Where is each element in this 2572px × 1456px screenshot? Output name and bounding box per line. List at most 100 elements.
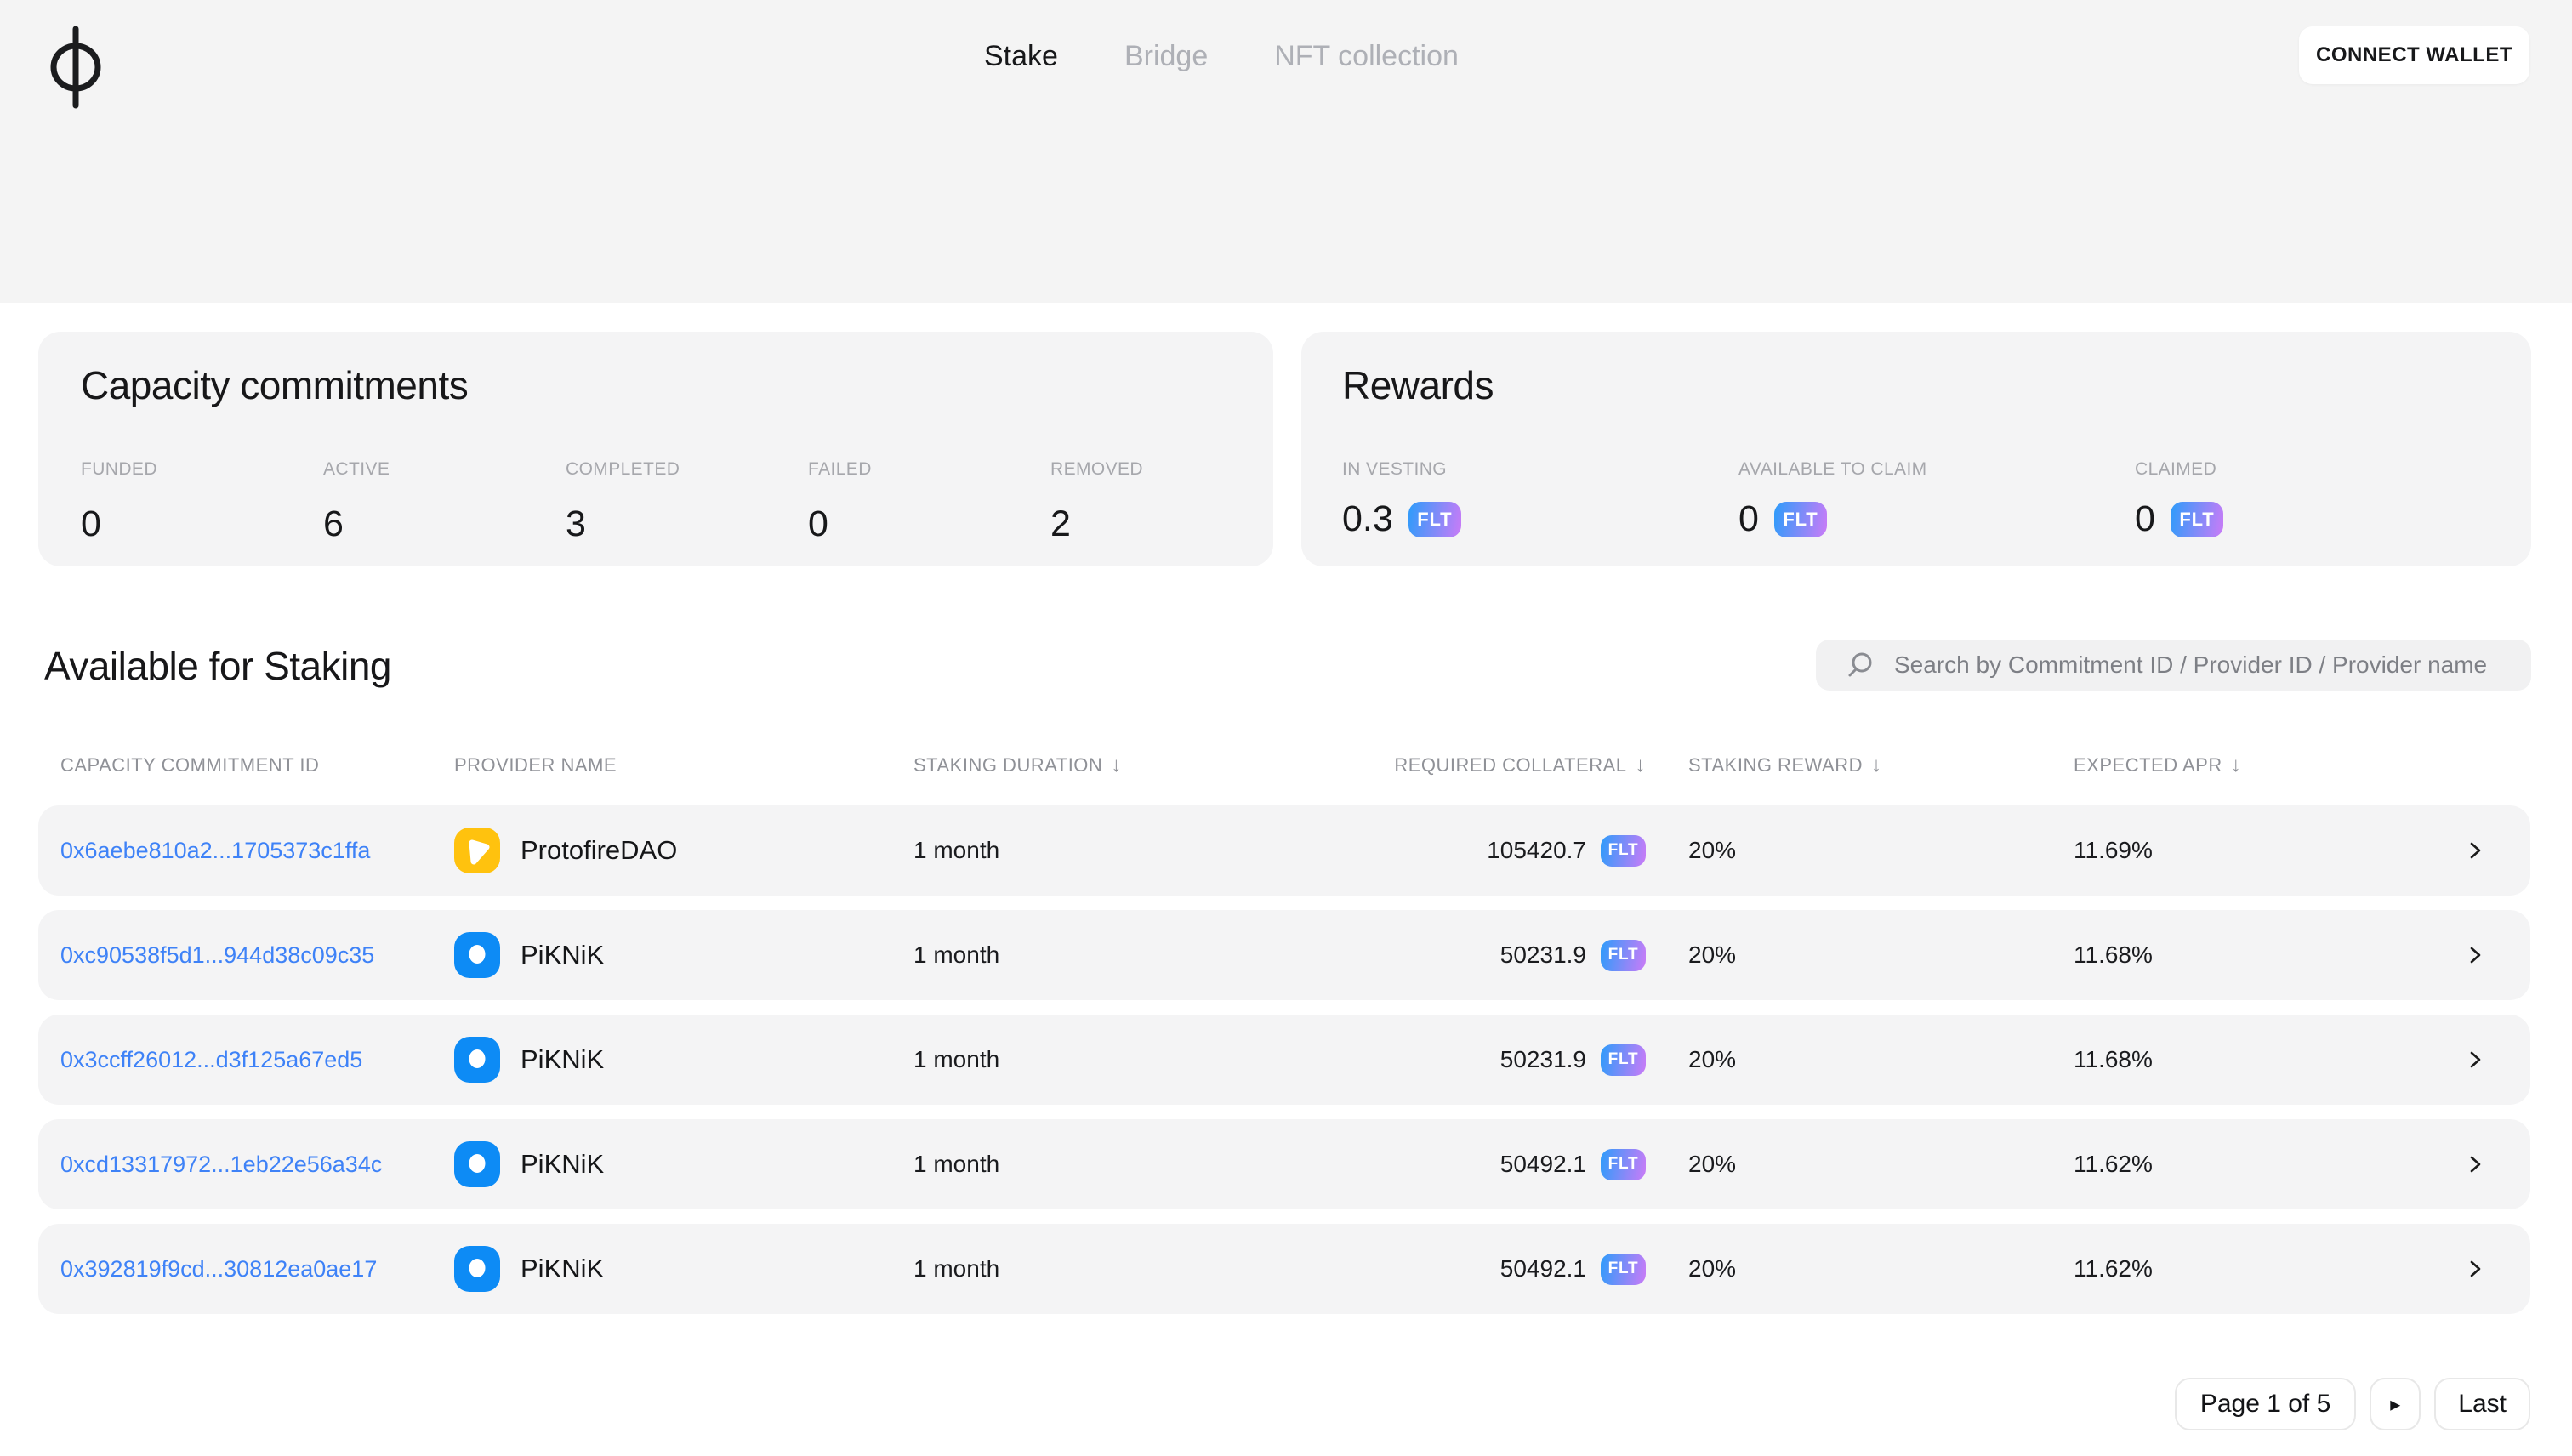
column-capacity-commitment-id: CAPACITY COMMITMENT ID [60, 754, 320, 776]
flt-token-badge: FLT [1601, 939, 1646, 971]
stat-removed: REMOVED 2 [1050, 459, 1143, 544]
chevron-right-icon[interactable] [2458, 1224, 2492, 1314]
staking-table-header: CAPACITY COMMITMENT ID PROVIDER NAME STA… [38, 747, 2530, 784]
staking-reward-value: 20% [1688, 941, 1737, 968]
stat-funded: FUNDED 0 [81, 459, 157, 544]
expected-apr-value: 11.69% [2074, 837, 2153, 863]
connect-wallet-button[interactable]: CONNECT WALLET [2299, 26, 2529, 84]
provider-name: PiKNiK [521, 940, 605, 970]
staking-reward-value: 20% [1688, 1151, 1737, 1177]
sort-down-icon[interactable]: ↓ [1111, 754, 1122, 777]
chevron-right-icon[interactable] [2458, 1119, 2492, 1209]
chevron-right-icon[interactable] [2458, 1015, 2492, 1105]
staking-reward-value: 20% [1688, 837, 1737, 863]
rewards-card: Rewards IN VESTING 0.3 FLT AVAILABLE TO … [1301, 332, 2531, 566]
staking-table-row[interactable]: 0x3ccff26012...d3f125a67ed5 PiKNiK 1 mon… [38, 1015, 2530, 1105]
stat-claimed: CLAIMED 0 FLT [2135, 459, 2531, 540]
commitment-id-link[interactable]: 0xcd13317972...1eb22e56a34c [60, 1152, 382, 1178]
commitment-id-link[interactable]: 0x6aebe810a2...1705373c1ffa [60, 838, 370, 864]
page-indicator-button[interactable]: Page 1 of 5 [2174, 1378, 2357, 1430]
flt-token-badge: FLT [1408, 501, 1461, 537]
stat-active: ACTIVE 6 [323, 459, 390, 544]
required-collateral-value: 50231.9 [1499, 941, 1586, 968]
required-collateral-value: 50492.1 [1499, 1151, 1586, 1177]
staking-table-row[interactable]: 0xcd13317972...1eb22e56a34c PiKNiK 1 mon… [38, 1119, 2530, 1209]
search-icon [1845, 650, 1875, 680]
avatar-circle-glyph [469, 1154, 486, 1173]
column-staking-duration[interactable]: STAKING DURATION ↓ [913, 747, 1122, 784]
provider-avatar [454, 932, 500, 978]
staking-duration-value: 1 month [913, 1151, 1000, 1177]
tab-bridge[interactable]: Bridge [1124, 40, 1208, 73]
staking-duration-value: 1 month [913, 1255, 1000, 1282]
stat-failed: FAILED 0 [808, 459, 872, 544]
available-for-staking-title: Available for Staking [44, 644, 392, 688]
provider-name: PiKNiK [521, 1254, 605, 1283]
chevron-right-icon[interactable] [2458, 910, 2492, 1000]
staking-reward-value: 20% [1688, 1255, 1737, 1282]
flt-token-badge: FLT [1773, 501, 1827, 537]
expected-apr-value: 11.68% [2074, 941, 2153, 968]
avatar-circle-glyph [469, 1049, 486, 1068]
flt-token-badge: FLT [1601, 1148, 1646, 1180]
provider-avatar [454, 1246, 500, 1292]
avatar-triangle-glyph [469, 839, 490, 865]
main-nav: Stake Bridge NFT collection [984, 0, 1459, 112]
commitment-id-link[interactable]: 0xc90538f5d1...944d38c09c35 [60, 942, 374, 969]
fluence-logo-icon[interactable] [49, 24, 102, 111]
flt-token-badge: FLT [1601, 1044, 1646, 1076]
staking-table-row[interactable]: 0x6aebe810a2...1705373c1ffa ProtofireDAO… [38, 805, 2530, 896]
column-required-collateral[interactable]: REQUIRED COLLATERAL ↓ [1306, 747, 1646, 784]
tab-stake[interactable]: Stake [984, 40, 1058, 73]
flt-token-badge: FLT [1601, 1253, 1646, 1285]
stat-in-vesting: IN VESTING 0.3 FLT [1342, 459, 1738, 540]
column-staking-reward[interactable]: STAKING REWARD ↓ [1688, 747, 1882, 784]
staking-duration-value: 1 month [913, 837, 1000, 863]
capacity-commitments-card: Capacity commitments FUNDED 0 ACTIVE 6 C… [38, 332, 1273, 566]
chevron-right-icon[interactable] [2458, 805, 2492, 896]
commitment-id-link[interactable]: 0x392819f9cd...30812ea0ae17 [60, 1256, 377, 1283]
provider-name: PiKNiK [521, 1044, 605, 1074]
next-page-button[interactable]: ▸ [2370, 1378, 2421, 1430]
avatar-circle-glyph [469, 945, 486, 964]
last-page-button[interactable]: Last [2434, 1378, 2530, 1430]
rewards-stats: IN VESTING 0.3 FLT AVAILABLE TO CLAIM 0 … [1342, 459, 2531, 540]
required-collateral-value: 105420.7 [1487, 837, 1586, 863]
flt-token-badge: FLT [2170, 501, 2223, 537]
commitment-id-link[interactable]: 0x3ccff26012...d3f125a67ed5 [60, 1047, 362, 1073]
rewards-title: Rewards [1342, 363, 1494, 407]
expected-apr-value: 11.62% [2074, 1151, 2153, 1177]
required-collateral-value: 50231.9 [1499, 1046, 1586, 1072]
stat-completed: COMPLETED 3 [566, 459, 680, 544]
provider-avatar [454, 1141, 500, 1187]
capacity-stats: FUNDED 0 ACTIVE 6 COMPLETED 3 FAILED 0 R… [81, 459, 1273, 545]
stat-available-to-claim: AVAILABLE TO CLAIM 0 FLT [1738, 459, 1927, 539]
search-box[interactable] [1816, 640, 2531, 691]
staking-table-row[interactable]: 0xc90538f5d1...944d38c09c35 PiKNiK 1 mon… [38, 910, 2530, 1000]
staking-table-row[interactable]: 0x392819f9cd...30812ea0ae17 PiKNiK 1 mon… [38, 1224, 2530, 1314]
expected-apr-value: 11.62% [2074, 1255, 2153, 1282]
search-input[interactable] [1894, 651, 2511, 679]
column-provider-name: PROVIDER NAME [454, 754, 617, 776]
sort-down-icon[interactable]: ↓ [2231, 754, 2242, 777]
avatar-circle-glyph [469, 1259, 486, 1277]
provider-avatar [454, 1037, 500, 1083]
pagination: Page 1 of 5 ▸ Last [2174, 1378, 2530, 1430]
staking-duration-value: 1 month [913, 1046, 1000, 1072]
expected-apr-value: 11.68% [2074, 1046, 2153, 1072]
provider-name: ProtofireDAO [521, 835, 678, 865]
next-page-icon: ▸ [2390, 1392, 2401, 1416]
tab-nft-collection[interactable]: NFT collection [1274, 40, 1459, 73]
required-collateral-value: 50492.1 [1499, 1255, 1586, 1282]
sort-down-icon[interactable]: ↓ [1871, 754, 1882, 777]
provider-name: PiKNiK [521, 1149, 605, 1179]
sort-down-icon[interactable]: ↓ [1636, 754, 1647, 777]
staking-duration-value: 1 month [913, 941, 1000, 968]
provider-avatar [454, 828, 500, 873]
flt-token-badge: FLT [1601, 834, 1646, 867]
staking-reward-value: 20% [1688, 1046, 1737, 1072]
capacity-commitments-title: Capacity commitments [81, 363, 469, 407]
column-expected-apr[interactable]: EXPECTED APR ↓ [2074, 747, 2241, 784]
staking-table-body: 0x6aebe810a2...1705373c1ffa ProtofireDAO… [38, 805, 2530, 1328]
top-bar: Stake Bridge NFT collection CONNECT WALL… [0, 0, 2572, 303]
